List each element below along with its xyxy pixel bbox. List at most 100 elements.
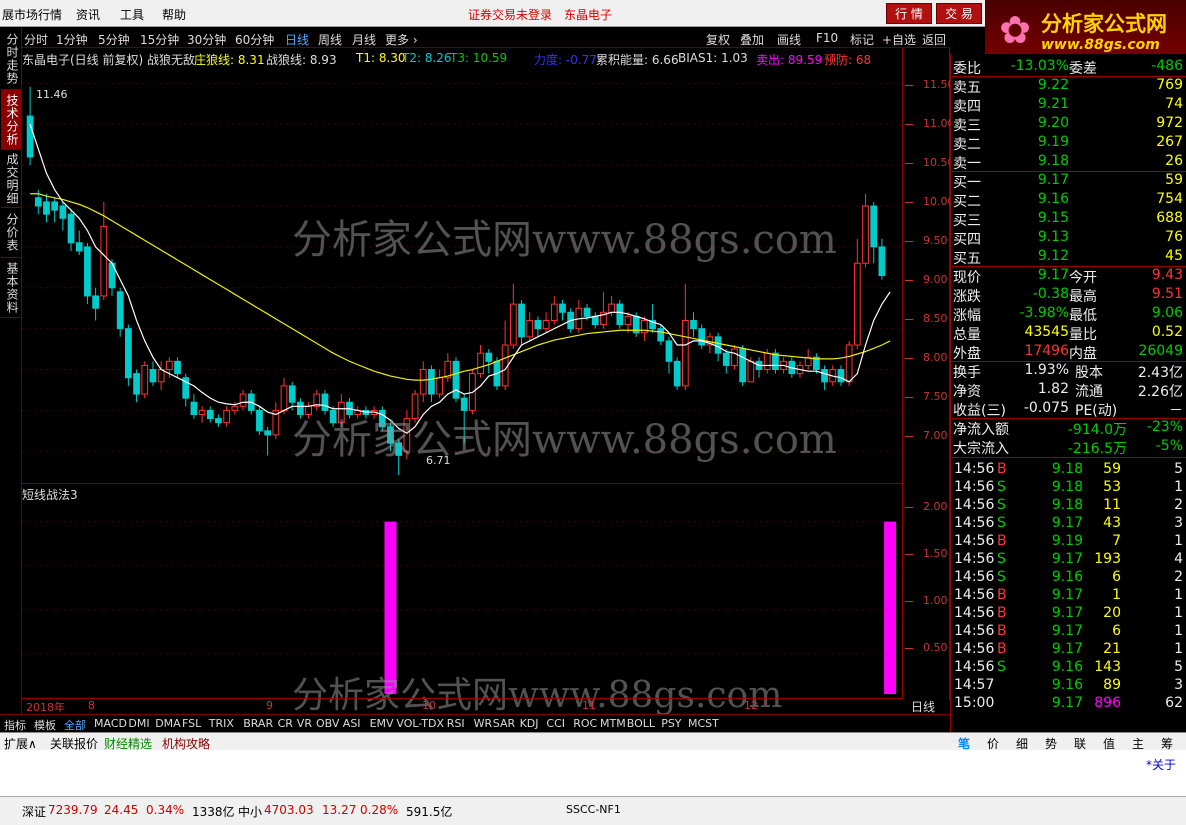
indicator-tab-7[interactable]: TRIX xyxy=(209,717,234,730)
indicator-tab-12[interactable]: ASI xyxy=(343,717,361,730)
tick-row: 14:56 9.16 143 S 5 xyxy=(951,658,1186,677)
indicator-tab-0[interactable]: 指标 xyxy=(4,717,26,733)
indicator-tab-11[interactable]: OBV xyxy=(316,717,339,730)
indicator-tab-14[interactable]: VOL-TDX xyxy=(396,717,444,730)
date-axis: 2018年 8 9 10 11 12 xyxy=(22,698,902,714)
period-more[interactable]: 更多 › xyxy=(385,31,418,48)
ask-row-cell: 74 xyxy=(1165,96,1183,112)
indicator-tab-6[interactable]: FSL xyxy=(182,717,201,730)
menu-news[interactable]: 资讯 xyxy=(76,6,100,23)
period-5min[interactable]: 5分钟 xyxy=(98,31,130,48)
indicator-tab-8[interactable]: BRAR xyxy=(243,717,273,730)
tab-fundamentals[interactable]: 基本资料 xyxy=(1,258,21,318)
tab-technical[interactable]: 技术分析 xyxy=(1,90,21,150)
tool-add-watchlist[interactable]: +自选 xyxy=(882,31,916,48)
period-weekly[interactable]: 周线 xyxy=(318,31,342,48)
menu-tools[interactable]: 工具 xyxy=(120,6,144,23)
tool-f10[interactable]: F10 xyxy=(816,31,838,45)
candle-body xyxy=(141,364,149,395)
candle-body xyxy=(125,328,132,379)
indicator-tab-5[interactable]: DMA xyxy=(155,717,181,730)
indicator-tab-21[interactable]: MTM xyxy=(600,717,626,730)
indicator-tab-18[interactable]: KDJ xyxy=(520,717,539,730)
indicator-tab-10[interactable]: VR xyxy=(297,717,312,730)
indicator-tab-15[interactable]: RSI xyxy=(447,717,465,730)
trade-button[interactable]: 交 易 xyxy=(936,3,982,24)
right-tab-4[interactable]: 联 xyxy=(1074,735,1086,752)
period-daily[interactable]: 日线 xyxy=(285,31,309,48)
indicator-tab-24[interactable]: MCST xyxy=(688,717,719,730)
candle-body xyxy=(837,369,845,383)
tick-row-cell: 14:56 xyxy=(954,551,995,567)
candle-body xyxy=(59,205,67,219)
indicator-tab-17[interactable]: SAR xyxy=(493,717,515,730)
tool-mark[interactable]: 标记 xyxy=(850,31,874,48)
tool-overlay[interactable]: 叠加 xyxy=(740,31,764,48)
tab-trade-detail[interactable]: 成交明细 xyxy=(1,150,21,208)
bid-row-cell: 9.13 xyxy=(1037,229,1069,245)
tick-row-cell: 3 xyxy=(1174,677,1183,693)
zx-index-label: 中小 xyxy=(238,805,263,819)
tick-row-cell: S xyxy=(997,479,1006,495)
tick-row: 14:56 9.17 20 B 1 xyxy=(951,604,1186,623)
period-monthly[interactable]: 月线 xyxy=(352,31,376,48)
indicator-tab-22[interactable]: BOLL xyxy=(627,717,655,730)
right-tab-0[interactable]: 笔 xyxy=(958,735,970,752)
candlestick-chart[interactable]: 分析家公式网www.88gs.com 分析家公式网www.88gs.com 11… xyxy=(22,67,902,484)
period-intraday[interactable]: 分时 xyxy=(24,31,48,48)
tick-row-cell: 14:56 xyxy=(954,497,995,513)
indicator-tab-23[interactable]: PSY xyxy=(661,717,681,730)
bottom-tab-bar: 扩展∧ 关联报价 财经精选 机构攻略 xyxy=(0,732,950,751)
period-1min[interactable]: 1分钟 xyxy=(56,31,88,48)
right-tab-2[interactable]: 细 xyxy=(1016,735,1028,752)
signal-bar xyxy=(884,521,897,694)
trade-login-warning[interactable]: 证券交易未登录 xyxy=(468,6,552,23)
bid-row-cell: 买二 xyxy=(953,194,981,210)
right-tab-3[interactable]: 势 xyxy=(1045,735,1057,752)
ask-row-cell: 972 xyxy=(1156,115,1183,131)
candle-body xyxy=(477,352,484,375)
indicator-tab-19[interactable]: CCI xyxy=(546,717,565,730)
candle-body xyxy=(550,303,558,321)
right-tab-6[interactable]: 主 xyxy=(1132,735,1144,752)
tick-row-cell: 15:00 xyxy=(954,695,995,711)
menu-help[interactable]: 帮助 xyxy=(162,6,186,23)
indicator-tab-1[interactable]: 模板 xyxy=(34,717,56,733)
fund-row-cell: 流通 xyxy=(1075,384,1103,400)
indicator-tab-13[interactable]: EMV xyxy=(370,717,394,730)
indicator-tab-9[interactable]: CR xyxy=(278,717,293,730)
about-link[interactable]: *关于 xyxy=(1146,756,1176,773)
signal-subchart[interactable]: 短线战法3 分析家公式网www.88gs.com xyxy=(22,486,902,716)
axis-period-label: 日线 xyxy=(911,700,936,714)
period-15min[interactable]: 15分钟 xyxy=(140,31,179,48)
candle-body xyxy=(772,352,779,371)
period-30min[interactable]: 30分钟 xyxy=(187,31,226,48)
tick-row-cell: B xyxy=(997,605,1007,621)
candle-body xyxy=(75,242,83,252)
stat-row-cell: -0.38 xyxy=(1032,286,1069,302)
tool-restore-rights[interactable]: 复权 xyxy=(706,31,730,48)
date-label: 12 xyxy=(744,699,758,712)
stat-row-cell: 量比 xyxy=(1069,327,1097,343)
quote-button[interactable]: 行 情 xyxy=(886,3,932,24)
tick-row-cell: 14:56 xyxy=(954,515,995,531)
right-tab-5[interactable]: 值 xyxy=(1103,735,1115,752)
indicator-tab-3[interactable]: MACD xyxy=(94,717,127,730)
tool-back[interactable]: 返回 xyxy=(922,31,946,48)
indicator-tab-16[interactable]: WR xyxy=(474,717,493,730)
tool-draw[interactable]: 画线 xyxy=(777,31,801,48)
indicator-tab-20[interactable]: ROC xyxy=(573,717,597,730)
tick-row-cell: 14:57 xyxy=(954,677,995,693)
tick-row-cell: 143 xyxy=(1094,659,1121,675)
period-60min[interactable]: 60分钟 xyxy=(235,31,274,48)
indicator-tab-2[interactable]: 全部 xyxy=(64,717,86,733)
tab-price-table[interactable]: 分价表 xyxy=(1,208,21,258)
tick-row-cell: S xyxy=(997,659,1006,675)
indicator-tab-4[interactable]: DMI xyxy=(128,717,149,730)
right-tab-7[interactable]: 筹 xyxy=(1161,735,1173,752)
tab-intraday[interactable]: 分时走势 xyxy=(1,28,21,90)
stat-row: 外盘 17496 内盘 26049 xyxy=(951,342,1186,362)
ask-row-cell: 9.22 xyxy=(1037,77,1069,93)
right-tab-1[interactable]: 价 xyxy=(987,735,999,752)
logo-url: www.88gs.com xyxy=(1041,37,1160,53)
